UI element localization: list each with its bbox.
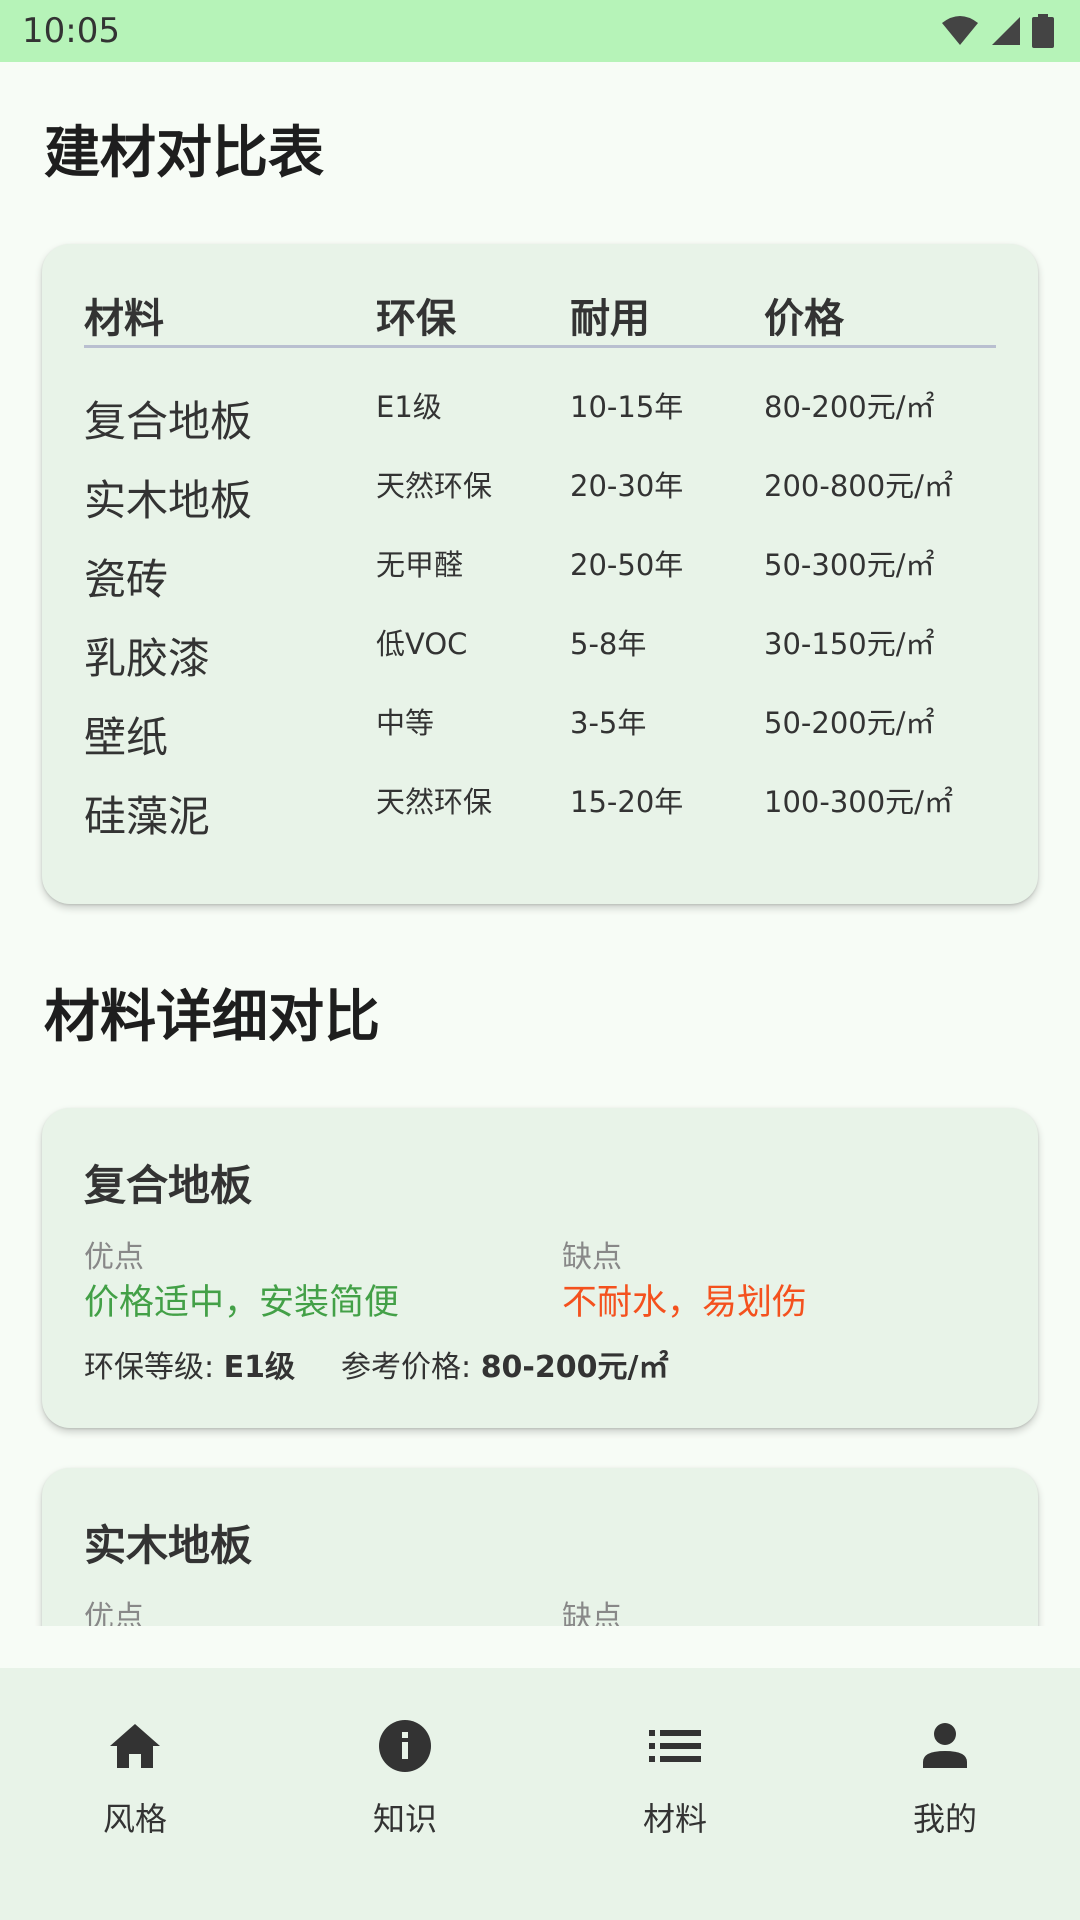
signal-icon (992, 17, 1020, 45)
eco-grade: 环保等级: E1级 (84, 1350, 296, 1385)
detail-card-title: 复合地板 (84, 1161, 253, 1210)
table-header: 材料 环保 耐用 价格 (84, 286, 996, 348)
cell-eco: E1级 (376, 390, 442, 424)
detail-section-title: 材料详细对比 (44, 985, 380, 1050)
nav-item-profile[interactable]: 我的 (810, 1668, 1080, 1920)
wifi-icon (942, 16, 978, 45)
pros-label: 优点 (84, 1600, 144, 1626)
table-row: 乳胶漆 低VOC 5-8年 30-150元/㎡ (84, 621, 996, 700)
cell-price: 30-150元/㎡ (764, 627, 935, 661)
cell-price: 100-300元/㎡ (764, 785, 953, 819)
header-eco: 环保 (376, 296, 456, 342)
table-body: 复合地板 E1级 10-15年 80-200元/㎡ 实木地板 天然环保 20-3… (84, 384, 996, 858)
table-row: 复合地板 E1级 10-15年 80-200元/㎡ (84, 384, 996, 463)
table-row: 实木地板 天然环保 20-30年 200-800元/㎡ (84, 463, 996, 542)
pros-label: 优点 (84, 1240, 144, 1275)
cell-eco: 天然环保 (376, 785, 493, 819)
cell-eco: 天然环保 (376, 469, 493, 503)
cell-eco: 低VOC (376, 627, 468, 661)
cons-text: 不耐水，易划伤 (562, 1283, 808, 1323)
cons-label: 缺点 (562, 1600, 622, 1626)
table-row: 壁纸 中等 3-5年 50-200元/㎡ (84, 700, 996, 779)
detail-meta: 环保等级: E1级 参考价格: 80-200元/㎡ (84, 1342, 668, 1386)
home-icon (107, 1718, 163, 1774)
cell-price: 80-200元/㎡ (764, 390, 935, 424)
status-time: 10:05 (22, 11, 120, 51)
detail-card-composite-floor[interactable]: 复合地板 优点 价格适中，安装简便 缺点 不耐水，易划伤 环保等级: E1级 参… (42, 1108, 1038, 1428)
cell-price: 200-800元/㎡ (764, 469, 953, 503)
status-icons (940, 14, 1054, 48)
list-icon (647, 1718, 703, 1774)
cell-material: 硅藻泥 (84, 792, 211, 841)
comparison-table-title: 建材对比表 (44, 121, 324, 186)
info-icon (377, 1718, 433, 1774)
table-row: 瓷砖 无甲醛 20-50年 50-300元/㎡ (84, 542, 996, 621)
cell-material: 复合地板 (84, 397, 253, 446)
nav-item-style[interactable]: 风格 (0, 1668, 270, 1920)
nav-item-materials[interactable]: 材料 (540, 1668, 810, 1920)
detail-card-title: 实木地板 (84, 1521, 253, 1570)
cell-material: 乳胶漆 (84, 634, 211, 683)
cell-price: 50-200元/㎡ (764, 706, 935, 740)
cell-material: 壁纸 (84, 713, 169, 762)
cell-durability: 5-8年 (570, 627, 647, 661)
battery-icon (1032, 14, 1054, 48)
cell-durability: 15-20年 (570, 785, 684, 819)
cell-durability: 10-15年 (570, 390, 684, 424)
cell-eco: 中等 (376, 706, 435, 740)
nav-label: 知识 (372, 1800, 437, 1838)
cell-material: 实木地板 (84, 476, 253, 525)
nav-item-knowledge[interactable]: 知识 (270, 1668, 540, 1920)
content-scroll-area[interactable]: 建材对比表 材料 环保 耐用 价格 复合地板 E1级 10-15年 80-200… (0, 62, 1080, 1626)
nav-label: 材料 (642, 1800, 707, 1838)
cell-price: 50-300元/㎡ (764, 548, 935, 582)
pros-text: 价格适中，安装简便 (84, 1283, 400, 1323)
cell-durability: 20-30年 (570, 469, 684, 503)
table-row: 硅藻泥 天然环保 15-20年 100-300元/㎡ (84, 779, 996, 858)
reference-price: 参考价格: 80-200元/㎡ (341, 1350, 669, 1385)
cell-durability: 20-50年 (570, 548, 684, 582)
nav-label: 风格 (102, 1800, 167, 1838)
detail-card-solid-wood-floor[interactable]: 实木地板 优点 缺点 (42, 1468, 1038, 1626)
bottom-nav: 风格 知识 材料 我的 (0, 1668, 1080, 1920)
person-icon (917, 1718, 973, 1774)
cons-label: 缺点 (562, 1240, 622, 1275)
header-material: 材料 (84, 296, 164, 342)
cell-eco: 无甲醛 (376, 548, 464, 582)
comparison-table-card: 材料 环保 耐用 价格 复合地板 E1级 10-15年 80-200元/㎡ 实木… (42, 244, 1038, 904)
header-price: 价格 (764, 296, 844, 342)
status-bar: 10:05 (0, 0, 1080, 62)
nav-label: 我的 (912, 1800, 977, 1838)
cell-material: 瓷砖 (84, 555, 169, 604)
header-durability: 耐用 (570, 296, 650, 342)
cell-durability: 3-5年 (570, 706, 647, 740)
